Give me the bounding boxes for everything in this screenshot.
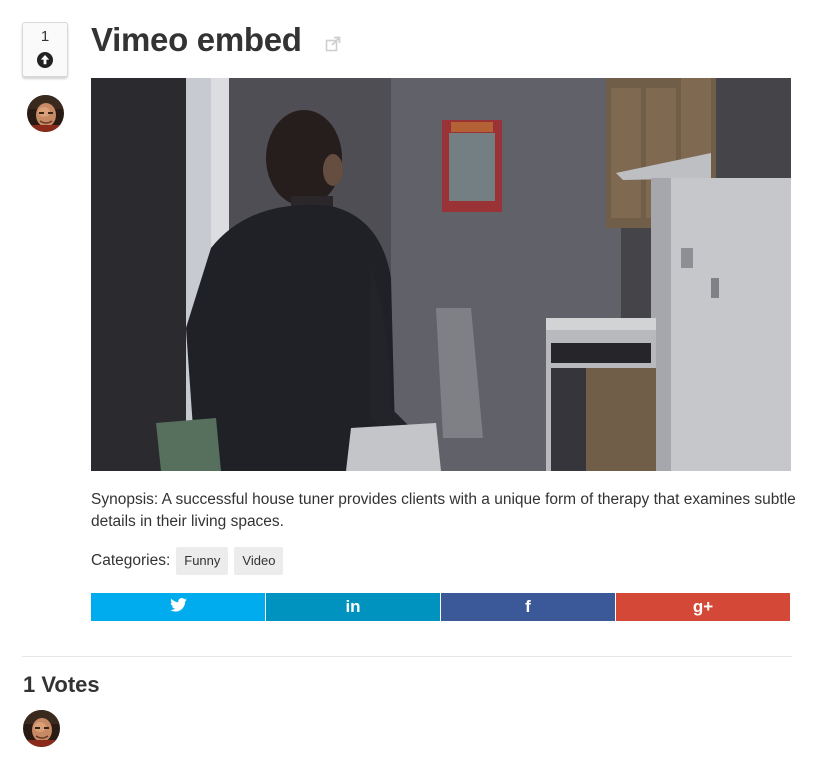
video-embed[interactable] bbox=[91, 78, 791, 471]
author-avatar[interactable] bbox=[27, 95, 64, 132]
voter-avatar[interactable] bbox=[23, 710, 60, 747]
votes-heading: 1 Votes bbox=[23, 672, 100, 697]
post-title[interactable]: Vimeo embed bbox=[91, 20, 302, 60]
categories: Categories: Funny Video bbox=[91, 547, 289, 575]
share-facebook-button[interactable]: f bbox=[441, 593, 615, 621]
categories-label: Categories: bbox=[91, 552, 171, 569]
category-tag-funny[interactable]: Funny bbox=[176, 547, 229, 575]
share-linkedin-button[interactable]: in bbox=[266, 593, 440, 621]
linkedin-icon: in bbox=[345, 597, 361, 616]
divider bbox=[22, 656, 792, 657]
category-tag-video[interactable]: Video bbox=[234, 547, 284, 575]
facebook-icon: f bbox=[525, 597, 531, 616]
vote-box: 1 bbox=[22, 22, 68, 77]
arrow-up-circle-icon[interactable] bbox=[36, 51, 54, 69]
post-synopsis: Synopsis: A successful house tuner provi… bbox=[91, 491, 796, 530]
vote-count: 1 bbox=[40, 28, 50, 45]
share-google-plus-button[interactable]: g+ bbox=[616, 593, 790, 621]
share-bar: in f g+ bbox=[91, 593, 790, 621]
share-twitter-button[interactable] bbox=[91, 593, 265, 621]
external-link-icon[interactable] bbox=[325, 36, 341, 52]
twitter-icon bbox=[169, 597, 187, 617]
google-plus-icon: g+ bbox=[692, 597, 714, 616]
